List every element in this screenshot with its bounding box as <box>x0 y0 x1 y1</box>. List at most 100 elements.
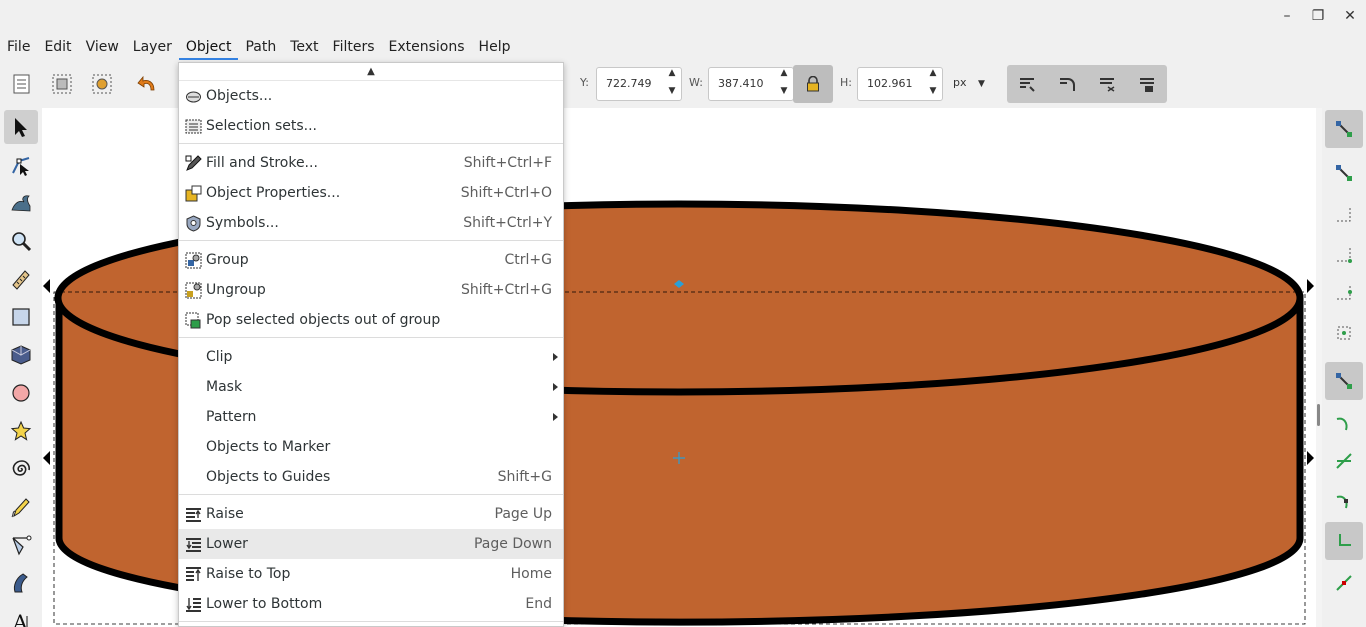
menu-item-lower-to-bottom[interactable]: Lower to Bottom End <box>179 589 563 619</box>
inkscape-window: – ❐ ✕ File Edit View Layer Object Path T… <box>0 0 1366 627</box>
lock-icon <box>807 75 819 92</box>
snap-bbox-corners-icon <box>1337 248 1352 263</box>
3d-box-tool-icon <box>11 345 31 365</box>
menu-item-label: Pop selected objects out of group <box>206 312 441 328</box>
pop-out-icon <box>185 312 201 329</box>
tweak-tool[interactable] <box>4 186 38 220</box>
menu-item-clip[interactable]: Clip <box>179 342 563 372</box>
menu-file[interactable]: File <box>0 34 37 60</box>
y-up-icon[interactable]: ▲ <box>662 68 682 84</box>
scale-stroke-icon[interactable] <box>1017 74 1037 94</box>
menu-scroll-up-icon[interactable]: ▲ <box>179 63 563 81</box>
snap-bbox-midpoints-button[interactable] <box>1325 274 1363 312</box>
pen-tool[interactable] <box>4 528 38 562</box>
zoom-tool[interactable] <box>4 224 38 258</box>
selection-sets-icon <box>185 119 202 134</box>
menu-item-pop-out[interactable]: Pop selected objects out of group <box>179 305 563 335</box>
menu-item-ungroup[interactable]: Ungroup Shift+Ctrl+G <box>179 275 563 305</box>
menu-item-label: Fill and Stroke... <box>206 155 318 171</box>
measure-tool[interactable] <box>4 262 38 296</box>
star-tool[interactable] <box>4 414 38 448</box>
pencil-tool[interactable] <box>4 490 38 524</box>
unit-dropdown-icon[interactable]: ▼ <box>978 79 985 89</box>
menu-item-raise[interactable]: Raise Page Up <box>179 499 563 529</box>
ellipse-tool[interactable] <box>4 376 38 410</box>
menu-item-object-properties[interactable]: Object Properties... Shift+Ctrl+O <box>179 178 563 208</box>
menu-item-fill-stroke[interactable]: Fill and Stroke... Shift+Ctrl+F <box>179 148 563 178</box>
spiral-tool[interactable] <box>4 452 38 486</box>
menu-object[interactable]: Object <box>178 34 239 60</box>
submenu-arrow-icon <box>553 383 558 391</box>
menu-item-label: Symbols... <box>206 215 279 231</box>
scale-handle-icon[interactable] <box>1307 279 1314 293</box>
scrollbar-thumb[interactable] <box>1317 404 1320 426</box>
calligraphy-tool[interactable] <box>4 566 38 600</box>
menu-item-lower[interactable]: Lower Page Down <box>179 529 563 559</box>
menu-item-pattern[interactable]: Pattern <box>179 402 563 432</box>
menu-item-shortcut: Shift+Ctrl+O <box>460 185 552 201</box>
unit-select[interactable]: px <box>953 76 967 89</box>
menu-filters[interactable]: Filters <box>326 34 382 60</box>
menu-item-objects-to-guides[interactable]: Objects to Guides Shift+G <box>179 462 563 492</box>
select-all-layers-icon[interactable] <box>50 72 74 96</box>
menu-item-objects[interactable]: Objects... <box>179 81 563 111</box>
snap-midpoints-button[interactable] <box>1325 564 1363 602</box>
menu-extensions[interactable]: Extensions <box>382 34 472 60</box>
node-tool[interactable] <box>4 148 38 182</box>
menu-view[interactable]: View <box>79 34 126 60</box>
menu-help[interactable]: Help <box>472 34 518 60</box>
menu-item-raise-to-top[interactable]: Raise to Top Home <box>179 559 563 589</box>
menu-item-symbols[interactable]: Symbols... Shift+Ctrl+Y <box>179 208 563 238</box>
move-pattern-icon[interactable] <box>1137 74 1157 94</box>
ungroup-icon <box>185 282 202 299</box>
minimize-button[interactable]: – <box>1277 6 1297 26</box>
snap-bbox-corners-button[interactable] <box>1325 236 1363 274</box>
maximize-button[interactable]: ❐ <box>1308 6 1328 26</box>
menu-item-objects-to-marker[interactable]: Objects to Marker <box>179 432 563 462</box>
menu-item-shortcut: Ctrl+G <box>504 252 553 268</box>
scale-handle-icon[interactable] <box>43 279 50 293</box>
close-button[interactable]: ✕ <box>1340 6 1360 26</box>
selector-tool[interactable] <box>4 110 38 144</box>
snap-bbox-centers-button[interactable] <box>1325 314 1363 352</box>
select-all-icon[interactable] <box>10 72 34 96</box>
menu-item-selection-sets[interactable]: Selection sets... <box>179 111 563 141</box>
snap-object-centers-button[interactable] <box>1325 608 1363 627</box>
snap-smooth-nodes-icon <box>1339 534 1351 546</box>
snap-nodes-icon <box>1336 373 1352 389</box>
menu-item-mask[interactable]: Mask <box>179 372 563 402</box>
w-up-icon[interactable]: ▲ <box>774 68 794 84</box>
menu-text[interactable]: Text <box>283 34 325 60</box>
spiral-tool-icon <box>12 460 30 476</box>
text-tool[interactable]: A <box>4 604 38 627</box>
snap-bbox-edges-button[interactable] <box>1325 196 1363 234</box>
h-down-icon[interactable]: ▼ <box>923 86 943 102</box>
snap-smooth-nodes-toggle[interactable] <box>1325 522 1363 560</box>
lock-ratio-button[interactable] <box>793 65 833 103</box>
rotate-ccw-icon[interactable] <box>136 72 160 96</box>
h-up-icon[interactable]: ▲ <box>923 68 943 84</box>
menu-item-label: Lower to Bottom <box>206 596 323 612</box>
scale-handle-icon[interactable] <box>43 451 50 465</box>
object-menu: ▲ Objects... Selection sets... Fill and … <box>178 62 564 627</box>
snap-intersections-button[interactable] <box>1325 442 1363 480</box>
move-gradient-icon[interactable] <box>1097 74 1117 94</box>
menu-edit[interactable]: Edit <box>37 34 78 60</box>
rectangle-tool[interactable] <box>4 300 38 334</box>
y-down-icon[interactable]: ▼ <box>662 86 682 102</box>
snap-cusp-nodes-button[interactable] <box>1325 482 1363 520</box>
snap-paths-button[interactable] <box>1325 404 1363 442</box>
scale-handle-icon[interactable] <box>1307 451 1314 465</box>
w-down-icon[interactable]: ▼ <box>774 86 794 102</box>
transform-toggles <box>1007 65 1167 103</box>
select-same-icon[interactable] <box>90 72 114 96</box>
snap-bbox-button[interactable] <box>1325 154 1363 192</box>
3d-box-tool[interactable] <box>4 338 38 372</box>
snap-nodes-toggle[interactable] <box>1325 362 1363 400</box>
scale-radius-icon[interactable] <box>1057 74 1077 94</box>
menu-path[interactable]: Path <box>238 34 283 60</box>
menu-item-shortcut: Shift+G <box>497 469 552 485</box>
snap-toggle[interactable] <box>1325 110 1363 148</box>
menu-layer[interactable]: Layer <box>126 34 179 60</box>
menu-item-group[interactable]: Group Ctrl+G <box>179 245 563 275</box>
